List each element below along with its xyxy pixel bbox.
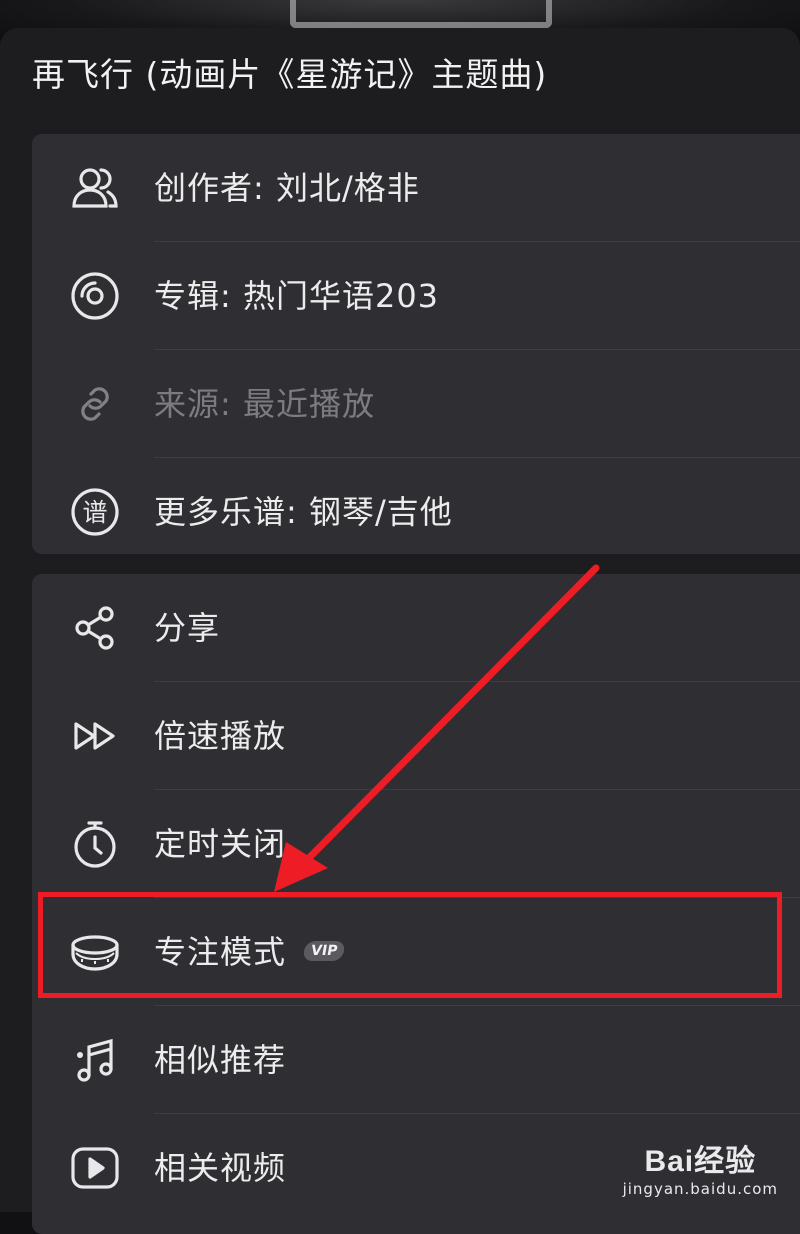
share-row[interactable]: 分享 (32, 574, 800, 682)
svg-text:谱: 谱 (82, 498, 107, 527)
creator-label: 创作者: 刘北/格非 (154, 169, 420, 207)
link-icon (68, 377, 122, 431)
timer-icon (68, 817, 122, 871)
person-icon (68, 161, 122, 215)
speed-label: 倍速播放 (154, 717, 287, 755)
album-label: 专辑: 热门华语203 (154, 277, 440, 315)
creator-row[interactable]: 创作者: 刘北/格非 (32, 134, 800, 242)
more-scores-row[interactable]: 谱 更多乐谱: 钢琴/吉他 (32, 458, 800, 566)
share-icon (68, 601, 122, 655)
watermark-url: jingyan.baidu.com (622, 1180, 778, 1198)
score-icon: 谱 (68, 485, 122, 539)
share-label: 分享 (154, 609, 221, 647)
similar-label: 相似推荐 (154, 1041, 287, 1079)
video-play-icon (68, 1141, 122, 1195)
more-scores-label: 更多乐谱: 钢琴/吉他 (154, 493, 453, 531)
song-title: 再飞行 (动画片《星游记》主题曲) (32, 55, 548, 94)
watermark-logo: Bai经验 (644, 1145, 757, 1178)
album-disc-icon (68, 269, 122, 323)
similar-row[interactable]: 相似推荐 (32, 1006, 800, 1114)
related-video-label: 相关视频 (154, 1149, 287, 1187)
source-row: 来源: 最近播放 (32, 350, 800, 458)
baidu-jingyan-watermark: Bai经验 jingyan.baidu.com (623, 1136, 778, 1198)
music-note-icon (68, 1033, 122, 1087)
timer-label: 定时关闭 (154, 825, 287, 863)
album-row[interactable]: 专辑: 热门华语203 (32, 242, 800, 350)
timer-row[interactable]: 定时关闭 (32, 790, 800, 898)
speed-row[interactable]: 倍速播放 (32, 682, 800, 790)
song-info-card: 创作者: 刘北/格非 专辑: 热门华语203 来源: 最近播放 谱 更多乐谱: … (32, 134, 800, 554)
speed-icon (68, 709, 122, 763)
annotation-highlight-box (38, 892, 782, 998)
source-label: 来源: 最近播放 (154, 385, 375, 423)
background-artwork-fragment (290, 0, 552, 28)
